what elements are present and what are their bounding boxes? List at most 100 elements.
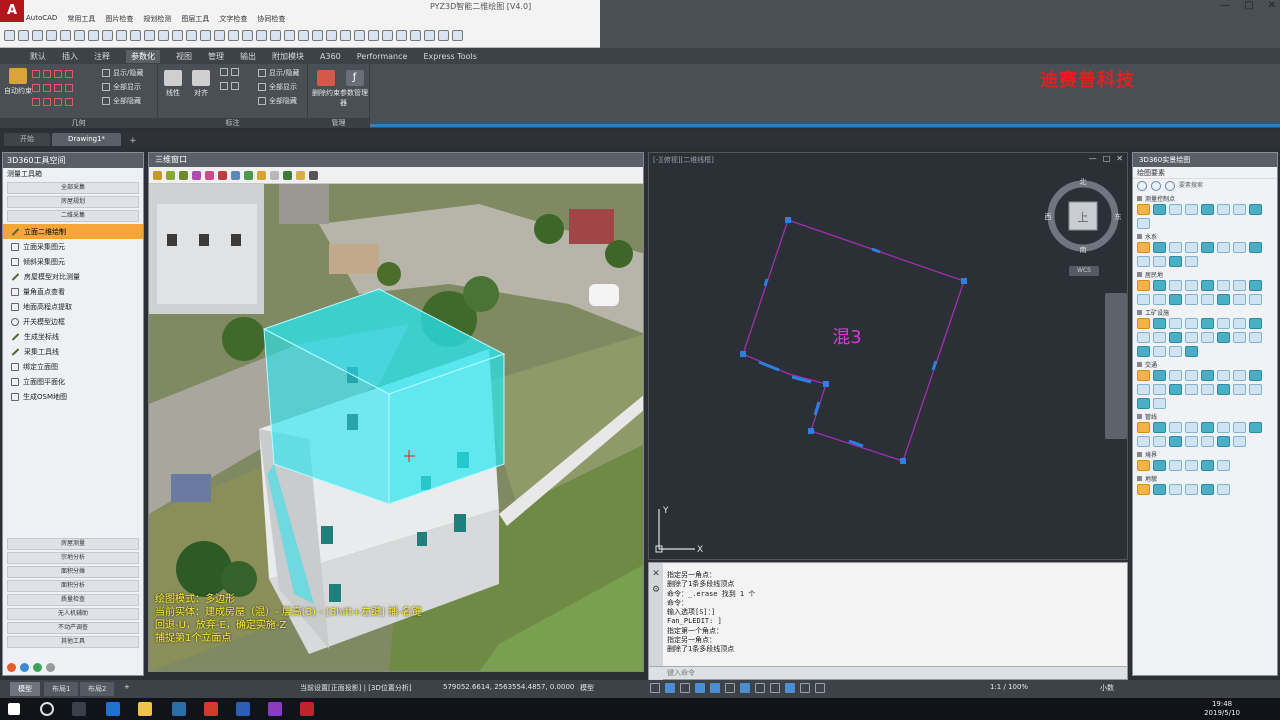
left-section-button[interactable]: 面积分析 [7, 580, 139, 592]
feature-symbol-icon[interactable] [1169, 384, 1182, 395]
feature-symbol-icon[interactable] [1153, 384, 1166, 395]
feature-symbol-icon[interactable] [1169, 436, 1182, 447]
hide-all-button[interactable]: 全部隐藏 [102, 96, 141, 106]
feature-section-header[interactable]: 水系 [1135, 232, 1275, 242]
feature-symbol-icon[interactable] [1217, 242, 1230, 253]
feature-symbol-icon[interactable] [1137, 460, 1150, 471]
pdf-app-icon[interactable] [204, 702, 218, 716]
feature-section-header[interactable]: 工矿设施 [1135, 308, 1275, 318]
feature-symbol-icon[interactable] [1233, 384, 1246, 395]
scale-icon[interactable] [242, 30, 253, 41]
feature-symbol-icon[interactable] [1185, 256, 1198, 267]
feature-section-header[interactable]: 测量控制点 [1135, 194, 1275, 204]
area-icon[interactable] [205, 170, 214, 180]
tool-item[interactable]: 立面采集图元 [3, 239, 143, 254]
left-section-button[interactable]: 二维采集 [7, 210, 139, 222]
tool-item[interactable]: 立面图平面化 [3, 374, 143, 389]
feature-symbol-icon[interactable] [1201, 204, 1214, 215]
selection-cycling-icon[interactable] [785, 683, 795, 693]
feature-symbol-icon[interactable] [1137, 346, 1150, 357]
info-icon[interactable] [20, 663, 29, 672]
linear-dimension-button[interactable]: 线性 [164, 70, 182, 98]
rotate-icon[interactable] [228, 30, 239, 41]
feature-symbol-icon[interactable] [1169, 256, 1182, 267]
aligned-dimension-button[interactable]: 对齐 [192, 70, 210, 98]
feature-symbol-icon[interactable] [1217, 280, 1230, 291]
extend-icon[interactable] [270, 30, 281, 41]
feature-symbol-icon[interactable] [1153, 370, 1166, 381]
auto-constrain-button[interactable]: 自动约束 [4, 68, 32, 96]
feature-symbol-icon[interactable] [1153, 294, 1166, 305]
menu-item[interactable]: 图片检查 [105, 14, 133, 26]
polar-toggle-icon[interactable] [695, 683, 705, 693]
offset-icon[interactable] [284, 30, 295, 41]
annotation-scale-icon[interactable] [800, 683, 810, 693]
dim-show-hide-button[interactable]: 显示/隐藏 [258, 68, 299, 78]
copy-icon[interactable] [214, 30, 225, 41]
feature-symbol-icon[interactable] [1233, 242, 1246, 253]
feature-symbol-icon[interactable] [1201, 436, 1214, 447]
new-file-icon[interactable] [4, 30, 15, 41]
tool-item[interactable]: 量角直点查看 [3, 284, 143, 299]
ie-browser-icon[interactable] [172, 702, 186, 716]
tool-item[interactable]: 绑定立面图 [3, 359, 143, 374]
feature-symbol-icon[interactable] [1249, 332, 1262, 343]
feature-symbol-icon[interactable] [1185, 460, 1198, 471]
refresh-icon[interactable] [33, 663, 42, 672]
settings-icon[interactable] [7, 663, 16, 672]
feature-symbol-icon[interactable] [1217, 422, 1230, 433]
units-setting[interactable]: 小数 [1100, 683, 1114, 693]
feature-symbol-icon[interactable] [1249, 370, 1262, 381]
minimize-button[interactable]: — [1220, 0, 1230, 11]
lineweight-toggle-icon[interactable] [755, 683, 765, 693]
measure-icon[interactable] [382, 30, 393, 41]
feature-symbol-icon[interactable] [1249, 294, 1262, 305]
layer-icon[interactable] [244, 170, 253, 180]
feature-symbol-icon[interactable] [1201, 242, 1214, 253]
feature-symbol-icon[interactable] [1185, 484, 1198, 495]
tool-item[interactable]: 房屋模型对比测量 [3, 269, 143, 284]
feature-symbol-icon[interactable] [1249, 318, 1262, 329]
tool-item[interactable]: 采集工具线 [3, 344, 143, 359]
file-explorer-icon[interactable] [138, 702, 152, 716]
feature-symbol-icon[interactable] [1137, 280, 1150, 291]
left-section-button[interactable]: 宗地分析 [7, 552, 139, 564]
feature-symbol-icon[interactable] [1249, 422, 1262, 433]
otrack-toggle-icon[interactable] [725, 683, 735, 693]
feature-symbol-icon[interactable] [1201, 422, 1214, 433]
settings-icon[interactable] [309, 170, 318, 180]
feature-symbol-icon[interactable] [1217, 204, 1230, 215]
dynamic-input-icon[interactable] [740, 683, 750, 693]
feature-symbol-icon[interactable] [1137, 218, 1150, 229]
feature-search-input[interactable]: 要素搜索 [1179, 181, 1203, 191]
doc-tab-drawing[interactable]: Drawing1* [52, 133, 122, 146]
polyline-icon[interactable] [88, 30, 99, 41]
feature-symbol-icon[interactable] [1249, 280, 1262, 291]
feature-symbol-icon[interactable] [1185, 332, 1198, 343]
height-icon[interactable] [218, 170, 227, 180]
feature-symbol-icon[interactable] [1153, 346, 1166, 357]
layout-tab[interactable]: 布局1 [44, 682, 79, 696]
show-hide-button[interactable]: 显示/隐藏 [102, 68, 143, 78]
ribbon-tab[interactable]: 视图 [176, 51, 192, 62]
ribbon-tab[interactable]: Performance [357, 52, 408, 61]
feature-symbol-icon[interactable] [1137, 436, 1150, 447]
feature-symbol-icon[interactable] [1153, 242, 1166, 253]
feature-symbol-icon[interactable] [1217, 484, 1230, 495]
close-button[interactable]: ✕ [1268, 0, 1276, 11]
camera-icon[interactable] [231, 170, 240, 180]
feature-symbol-icon[interactable] [1137, 294, 1150, 305]
zoom-icon[interactable] [396, 30, 407, 41]
menu-item[interactable]: 图层工具 [181, 14, 209, 26]
feature-symbol-icon[interactable] [1217, 460, 1230, 471]
refresh-icon[interactable] [1151, 181, 1161, 191]
ribbon-tab[interactable]: 输出 [240, 51, 256, 62]
feature-symbol-icon[interactable] [1217, 294, 1230, 305]
search-icon[interactable] [40, 702, 54, 716]
text-icon[interactable] [158, 30, 169, 41]
save-icon[interactable] [32, 30, 43, 41]
3d-view-window[interactable]: 三维窗口 绘图模式：多边形 当前实体：建成房屋（混）- 层高(3) - [Shi… [148, 152, 644, 672]
feature-symbol-icon[interactable] [1137, 384, 1150, 395]
print-icon[interactable] [438, 30, 449, 41]
ribbon-tab[interactable]: 插入 [62, 51, 78, 62]
